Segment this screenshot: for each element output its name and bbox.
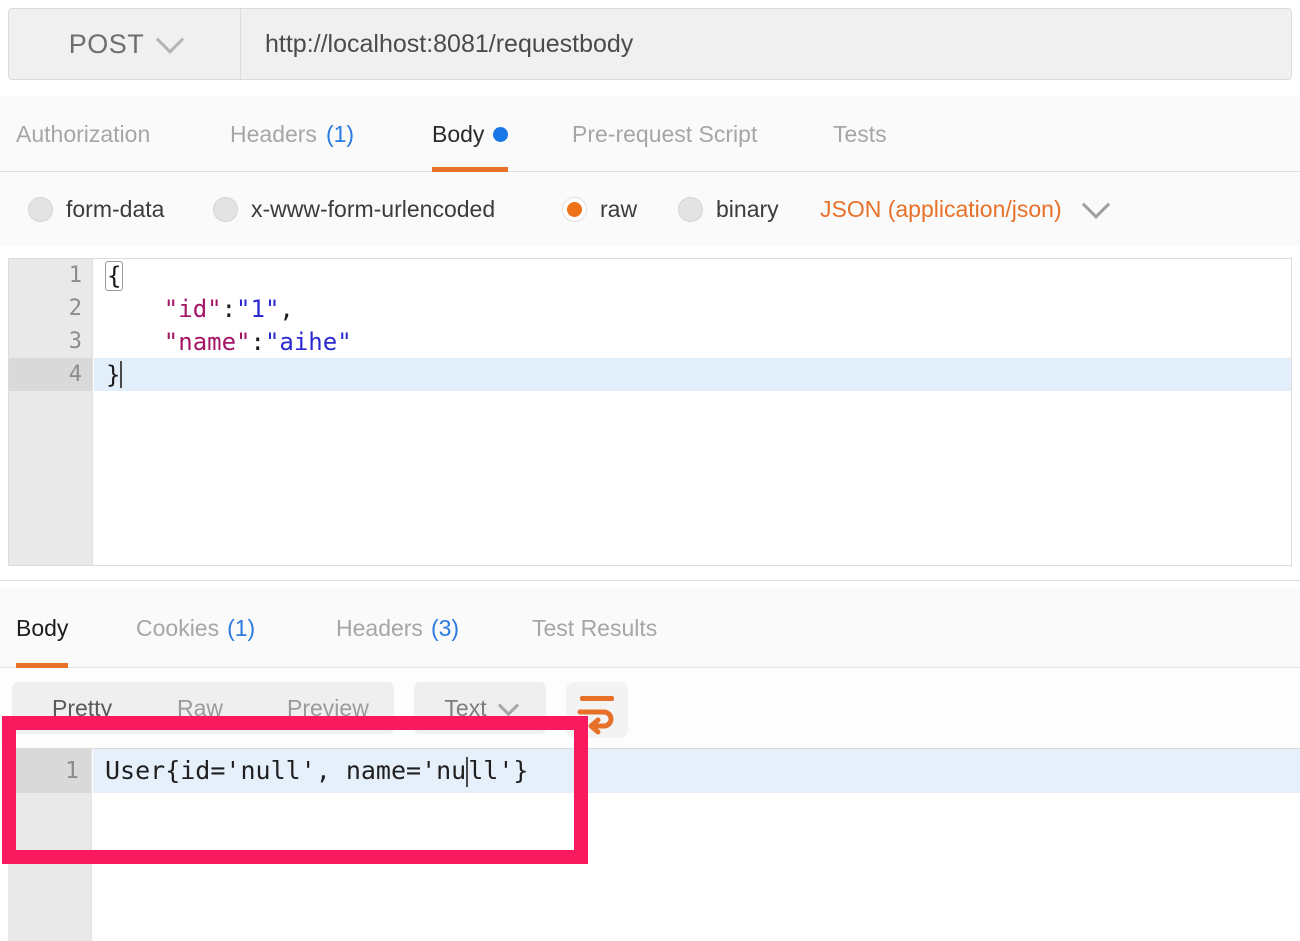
line-number[interactable]: 3: [9, 325, 92, 358]
request-tab-bar: Authorization Headers (1) Body Pre-reque…: [0, 96, 1300, 172]
response-view-toolbar: Pretty Raw Preview Text: [0, 668, 1300, 748]
line-number[interactable]: 2: [9, 292, 92, 325]
http-method-selector[interactable]: POST: [9, 9, 241, 79]
tab-label: Body: [16, 614, 69, 641]
radio-label: x-www-form-urlencoded: [251, 195, 496, 222]
line-number-text: 1: [65, 758, 79, 784]
url-input[interactable]: http://localhost:8081/requestbody: [241, 9, 1291, 79]
view-mode-preview[interactable]: Preview: [287, 682, 369, 734]
request-code-area[interactable]: { "id": "1", "name": "aihe" }: [94, 259, 1291, 565]
response-code-area[interactable]: User{id='null', name='null'}: [93, 749, 1300, 941]
radio-x-www-form-urlencoded[interactable]: x-www-form-urlencoded: [213, 172, 495, 246]
radio-label: binary: [716, 195, 779, 222]
tab-label: Authorization: [16, 120, 151, 147]
line-number-text: 4: [68, 362, 82, 387]
json-token-string: "aihe": [264, 327, 352, 356]
json-token-brace: }: [106, 360, 121, 389]
tab-count: (1): [227, 614, 256, 641]
radio-binary[interactable]: binary: [678, 172, 779, 246]
code-line[interactable]: "id": "1",: [94, 292, 1291, 325]
radio-unchecked-icon: [28, 196, 53, 222]
tab-count: (1): [325, 120, 355, 147]
line-number[interactable]: 4: [9, 358, 92, 391]
chevron-down-icon: [1081, 190, 1110, 219]
request-body-editor[interactable]: 1 2 3 4 { "id": "1", "name": "aihe" }: [8, 258, 1292, 566]
panel-divider: [0, 580, 1300, 581]
response-editor-gutter: 1: [8, 749, 92, 941]
view-mode-raw[interactable]: Raw: [177, 682, 223, 734]
line-number-text: 3: [68, 329, 82, 354]
radio-checked-icon: [562, 196, 587, 222]
tab-label: Body: [432, 120, 485, 147]
line-number[interactable]: 1: [9, 259, 92, 292]
tab-label: Headers: [336, 614, 423, 641]
view-mode-label: Pretty: [52, 694, 113, 721]
line-number-text: 2: [68, 296, 82, 321]
tab-label: Test Results: [532, 614, 658, 641]
response-view-mode-group: Pretty Raw Preview: [12, 682, 394, 734]
request-url-bar: POST http://localhost:8081/requestbody: [8, 8, 1292, 80]
tab-headers[interactable]: Headers (1): [230, 96, 354, 172]
json-token-colon: :: [250, 327, 265, 356]
chevron-down-icon: [156, 25, 185, 54]
response-tab-body[interactable]: Body: [16, 588, 69, 668]
tab-label: Tests: [833, 120, 887, 147]
body-modified-dot-icon: [493, 126, 509, 142]
response-format-label: Text: [444, 694, 487, 721]
json-token-brace: {: [105, 260, 124, 291]
word-wrap-icon: [577, 696, 614, 735]
response-line[interactable]: User{id='null', name='null'}: [93, 749, 1300, 793]
line-number[interactable]: 1: [8, 749, 91, 793]
response-format-dropdown[interactable]: Text: [414, 682, 546, 734]
json-token-string: "1": [236, 294, 280, 323]
http-method-label: POST: [68, 28, 145, 59]
line-number-text: 1: [68, 263, 82, 288]
content-type-label: JSON (application/json): [820, 195, 1062, 222]
radio-label: raw: [600, 195, 638, 222]
body-type-selector: form-data x-www-form-urlencoded raw bina…: [0, 172, 1300, 246]
radio-raw[interactable]: raw: [562, 172, 637, 246]
json-token-comma: ,: [279, 294, 294, 323]
radio-form-data[interactable]: form-data: [28, 172, 164, 246]
view-mode-pretty[interactable]: Pretty: [52, 682, 112, 734]
tab-tests[interactable]: Tests: [833, 96, 887, 172]
text-cursor: [120, 361, 123, 388]
line-number: [8, 793, 91, 837]
radio-unchecked-icon: [213, 196, 238, 222]
code-line[interactable]: }: [94, 358, 1291, 391]
response-body-editor[interactable]: 1 User{id='null', name='null'}: [8, 748, 1300, 941]
response-tab-headers[interactable]: Headers (3): [336, 588, 459, 668]
radio-unchecked-icon: [678, 196, 703, 222]
word-wrap-toggle-button[interactable]: [566, 682, 628, 738]
chevron-down-icon: [497, 694, 519, 716]
tab-authorization[interactable]: Authorization: [16, 96, 150, 172]
tab-pre-request-script[interactable]: Pre-request Script: [572, 96, 757, 172]
view-mode-label: Raw: [177, 694, 224, 721]
content-type-dropdown[interactable]: JSON (application/json): [820, 172, 1110, 246]
line-number: [8, 881, 91, 925]
response-text: User{id='null', name='null'}: [105, 755, 529, 787]
json-token-colon: :: [221, 294, 237, 323]
tab-label: Pre-request Script: [572, 120, 758, 147]
line-number: [8, 837, 91, 881]
response-tab-cookies[interactable]: Cookies (1): [136, 588, 255, 668]
tab-count: (3): [430, 614, 460, 641]
view-mode-label: Preview: [287, 694, 369, 721]
radio-label: form-data: [66, 195, 165, 222]
json-token-key: "id": [163, 294, 222, 323]
json-token-key: "name": [163, 327, 251, 356]
response-tab-test-results[interactable]: Test Results: [532, 588, 657, 668]
tab-label: Headers: [230, 120, 317, 147]
code-line[interactable]: "name": "aihe": [94, 325, 1291, 358]
tab-body[interactable]: Body: [432, 96, 509, 172]
code-line[interactable]: {: [94, 259, 1291, 292]
response-tab-bar: Body Cookies (1) Headers (3) Test Result…: [0, 588, 1300, 668]
tab-label: Cookies: [136, 614, 220, 641]
request-editor-gutter: 1 2 3 4: [9, 259, 93, 565]
